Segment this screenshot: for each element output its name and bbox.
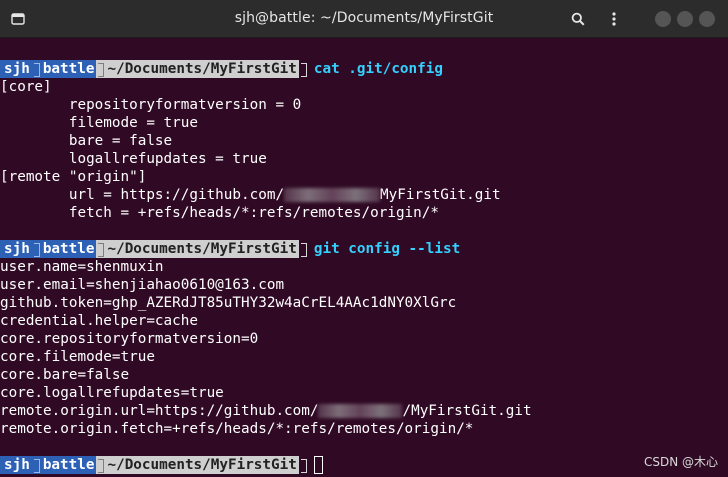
output-line: [core] — [0, 79, 52, 95]
watermark: CSDN @木心 — [643, 455, 718, 469]
prompt-user: sjh — [0, 60, 32, 78]
output-line: user.email=shenjiahao0610@163.com — [0, 277, 285, 293]
prompt-separator-icon — [298, 240, 308, 258]
prompt-separator-icon — [96, 456, 106, 474]
prompt-user: sjh — [0, 240, 32, 258]
output-line: core.bare=false — [0, 367, 130, 383]
prompt-separator-icon — [96, 240, 106, 258]
title-bar: sjh@battle: ~/Documents/MyFirstGit — [0, 0, 728, 38]
command-text: git config --list — [313, 241, 461, 257]
prompt-separator-icon — [31, 60, 41, 78]
url-suffix: /MyFirstGit.git — [402, 403, 532, 419]
output-line: core.logallrefupdates=true — [0, 385, 224, 401]
vertical-ellipsis-icon[interactable] — [604, 9, 624, 29]
output-line: fetch = +refs/heads/*:refs/remotes/origi… — [0, 205, 439, 221]
url-prefix: remote.origin.url=https://github.com/ — [0, 403, 319, 419]
prompt-user: sjh — [0, 456, 32, 474]
command-text: cat .git/config — [313, 61, 443, 77]
url-prefix: url = https://github.com/ — [0, 187, 285, 203]
output-line: repositoryformatversion = 0 — [0, 97, 302, 113]
terminal-output[interactable]: sjh battle ~/Documents/MyFirstGit cat .git/… — [0, 38, 728, 477]
prompt-separator-icon — [298, 456, 308, 474]
prompt-host: battle — [40, 456, 97, 474]
text-cursor[interactable] — [313, 456, 323, 474]
output-line: credential.helper=cache — [0, 313, 198, 329]
prompt-directory: ~/Documents/MyFirstGit — [105, 60, 299, 78]
output-line: logallrefupdates = true — [0, 151, 267, 167]
output-line: url = https://github.com/MyFirstGit.git — [0, 186, 728, 204]
output-line: [remote "origin"] — [0, 169, 147, 185]
output-line: bare = false — [0, 133, 173, 149]
output-line: github.token=ghp_AZERdJT85uTHY32w4aCrEL4… — [0, 295, 457, 311]
close-button[interactable] — [699, 11, 715, 27]
output-line: remote.origin.url=https://github.com/ /My… — [0, 402, 728, 420]
url-suffix: MyFirstGit.git — [380, 187, 501, 203]
redacted-username — [284, 188, 381, 202]
output-line: core.filemode=true — [0, 349, 155, 365]
prompt-directory: ~/Documents/MyFirstGit — [105, 240, 299, 258]
prompt-host: battle — [40, 240, 97, 258]
prompt-separator-icon — [298, 60, 308, 78]
shell-prompt: sjh battle ~/Documents/MyFirstGit git confi… — [0, 240, 728, 258]
prompt-separator-icon — [96, 60, 106, 78]
maximize-button[interactable] — [677, 11, 693, 27]
output-line: user.name=shenmuxin — [0, 259, 164, 275]
prompt-directory: ~/Documents/MyFirstGit — [105, 456, 299, 474]
shell-prompt[interactable]: sjh battle ~/Documents/MyFirstGit — [0, 456, 728, 474]
output-line: filemode = true — [0, 115, 198, 131]
redacted-username — [318, 404, 403, 418]
search-icon[interactable] — [568, 9, 588, 29]
prompt-separator-icon — [31, 456, 41, 474]
shell-prompt: sjh battle ~/Documents/MyFirstGit cat .git/… — [0, 60, 728, 78]
output-line: remote.origin.fetch=+refs/heads/*:refs/r… — [0, 421, 474, 437]
output-line: core.repositoryformatversion=0 — [0, 331, 259, 347]
prompt-host: battle — [40, 60, 97, 78]
prompt-separator-icon — [31, 240, 41, 258]
minimize-button[interactable] — [655, 11, 671, 27]
